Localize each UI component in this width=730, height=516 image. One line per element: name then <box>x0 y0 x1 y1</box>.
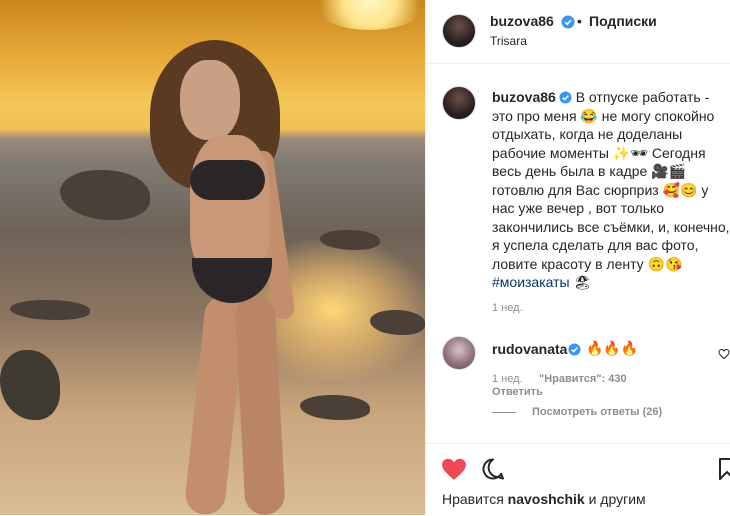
post-caption: buzova86 В отпуске работать - это про ме… <box>492 88 730 292</box>
comment-text: 🔥🔥🔥 <box>586 340 639 356</box>
person-face <box>180 60 240 140</box>
post-header: buzova86 • Подписки Trisara <box>426 0 730 64</box>
caption-hashtag[interactable]: #моизакаты <box>492 274 570 290</box>
sun <box>310 0 425 30</box>
verified-badge-icon <box>561 15 575 29</box>
swimsuit-top <box>190 160 265 200</box>
person-torso <box>190 135 270 275</box>
post-sidebar: buzova86 • Подписки Trisara buzova86 В о… <box>425 0 730 515</box>
comment-username[interactable]: rudovanata <box>492 341 567 357</box>
reply-button[interactable]: Ответить <box>492 386 543 398</box>
post-location[interactable]: Trisara <box>490 34 527 48</box>
comment-icon[interactable] <box>481 457 505 481</box>
comment-like-heart-icon[interactable] <box>718 348 730 360</box>
separator-dot: • <box>577 13 582 29</box>
view-replies-button[interactable]: Посмотреть ответы (26) <box>532 406 662 418</box>
heart-icon[interactable] <box>441 457 467 481</box>
caption-emoji: 🏖 <box>569 274 592 290</box>
post-photo[interactable] <box>0 0 425 515</box>
caption-username[interactable]: buzova86 <box>492 89 556 105</box>
caption-time[interactable]: 1 нед. <box>492 302 523 314</box>
following-button[interactable]: Подписки <box>589 13 657 29</box>
rock <box>60 170 150 220</box>
comment-likes-count[interactable]: "Нравится": 430 <box>539 373 627 385</box>
verified-badge-icon <box>559 91 572 104</box>
author-username[interactable]: buzova86 <box>490 13 554 29</box>
comment-time[interactable]: 1 нед. <box>492 373 523 385</box>
likes-summary[interactable]: Нравится navoshchik и другим <box>442 491 646 507</box>
author-avatar[interactable] <box>442 14 476 48</box>
caption-avatar[interactable] <box>442 86 476 120</box>
commenter-avatar[interactable] <box>442 336 476 370</box>
likes-prefix: Нравится <box>442 491 508 507</box>
replies-divider-line <box>492 412 516 413</box>
bookmark-icon[interactable] <box>718 457 730 481</box>
likes-suffix: и другим <box>584 491 646 507</box>
caption-text: В отпуске работать - это про меня 😂 не м… <box>492 89 730 272</box>
likes-user[interactable]: navoshchik <box>508 491 585 507</box>
post-actions: Нравится navoshchik и другим <box>426 443 730 516</box>
rock <box>0 350 60 420</box>
rock <box>300 395 370 420</box>
rock <box>10 300 90 320</box>
verified-badge-icon <box>568 343 581 356</box>
